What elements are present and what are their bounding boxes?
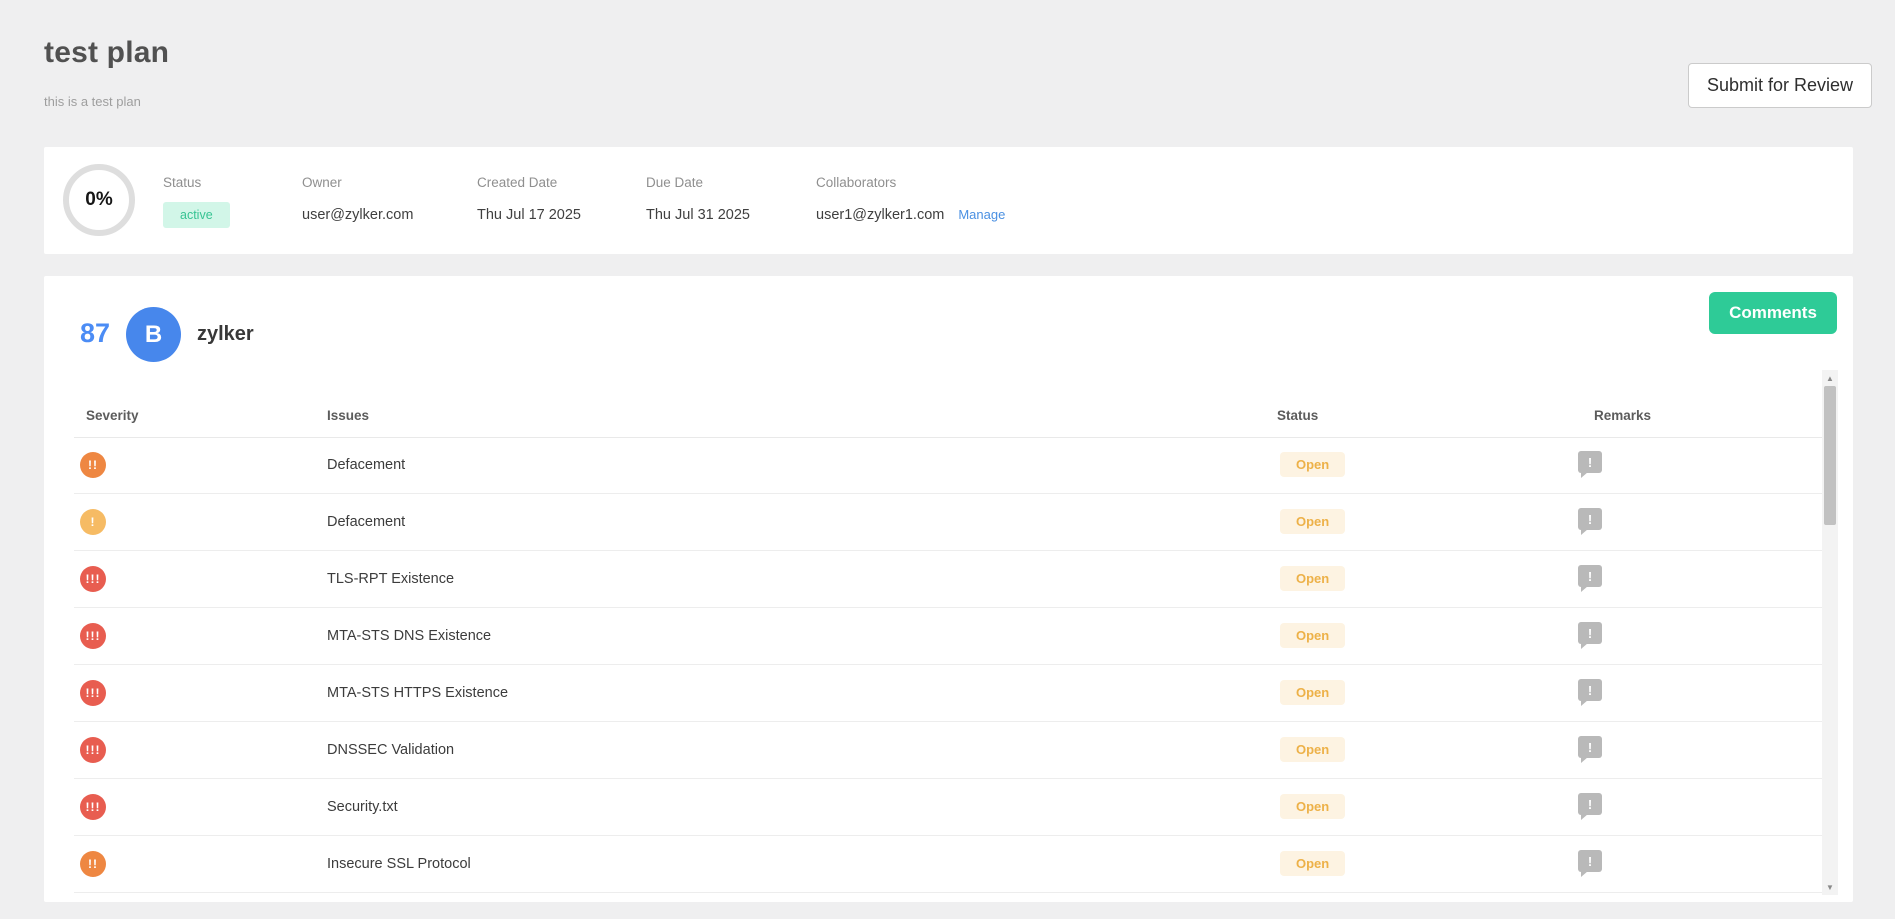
- progress-value: 0%: [85, 189, 112, 211]
- status-badge: active: [163, 202, 230, 228]
- remark-icon[interactable]: !: [1578, 679, 1602, 701]
- issue-name[interactable]: Defacement: [327, 514, 405, 530]
- field-label: Due Date: [646, 175, 750, 190]
- field-collaborators: Collaborators user1@zylker1.com Manage: [816, 175, 1005, 223]
- issue-status-badge[interactable]: Open: [1280, 566, 1345, 591]
- scroll-down-arrow-icon[interactable]: ▼: [1822, 880, 1838, 894]
- issue-status-badge[interactable]: Open: [1280, 452, 1345, 477]
- table-row[interactable]: !!! DNSSEC Validation Open!: [74, 722, 1822, 779]
- severity-icon: !!!: [80, 566, 106, 592]
- remark-mark: !: [1588, 797, 1592, 812]
- issue-status-badge[interactable]: Open: [1280, 794, 1345, 819]
- table-scrollbar[interactable]: ▲ ▼: [1822, 370, 1838, 895]
- issue-status-badge[interactable]: Open: [1280, 737, 1345, 762]
- remark-icon[interactable]: !: [1578, 451, 1602, 473]
- severity-icon: !!!: [80, 794, 106, 820]
- issue-status-badge[interactable]: Open: [1280, 851, 1345, 876]
- table-row[interactable]: ! Defacement Open!: [74, 494, 1822, 551]
- issue-name[interactable]: MTA-STS DNS Existence: [327, 628, 491, 644]
- table-row[interactable]: !!! Security.txt Open!: [74, 779, 1822, 836]
- field-label: Status: [163, 175, 230, 190]
- issue-status-badge[interactable]: Open: [1280, 680, 1345, 705]
- collaborator-email: user1@zylker1.com: [816, 207, 944, 223]
- scrollbar-thumb[interactable]: [1824, 386, 1836, 525]
- remark-mark: !: [1588, 683, 1592, 698]
- remark-mark: !: [1588, 512, 1592, 527]
- issues-table-body: !! Defacement Open!! Defacement Open!!!! TLS-…: [74, 437, 1822, 893]
- remark-icon[interactable]: !: [1578, 793, 1602, 815]
- issue-name[interactable]: Defacement: [327, 457, 405, 473]
- created-date-value: Thu Jul 17 2025: [477, 207, 581, 223]
- issue-name[interactable]: Security.txt: [327, 799, 398, 815]
- remark-mark: !: [1588, 455, 1592, 470]
- submit-for-review-button[interactable]: Submit for Review: [1688, 63, 1872, 108]
- severity-icon: !!!: [80, 623, 106, 649]
- remark-mark: !: [1588, 626, 1592, 641]
- field-label: Owner: [302, 175, 413, 190]
- issue-name[interactable]: TLS-RPT Existence: [327, 571, 454, 587]
- issue-name[interactable]: Insecure SSL Protocol: [327, 856, 471, 872]
- field-status: Status active: [163, 175, 230, 228]
- column-header-remarks: Remarks: [1594, 408, 1651, 423]
- remark-mark: !: [1588, 854, 1592, 869]
- remark-mark: !: [1588, 740, 1592, 755]
- test-plan-page: test plan this is a test plan Submit for…: [0, 0, 1895, 919]
- remark-icon[interactable]: !: [1578, 622, 1602, 644]
- issue-status-badge[interactable]: Open: [1280, 623, 1345, 648]
- field-label: Created Date: [477, 175, 581, 190]
- due-date-value: Thu Jul 31 2025: [646, 207, 750, 223]
- severity-icon: !!!: [80, 680, 106, 706]
- field-due-date: Due Date Thu Jul 31 2025: [646, 175, 750, 223]
- severity-icon: !!: [80, 851, 106, 877]
- column-header-status: Status: [1277, 408, 1318, 423]
- plan-summary-card: 0% Status active Owner user@zylker.com C…: [44, 147, 1853, 254]
- org-name: zylker: [197, 323, 254, 346]
- remark-mark: !: [1588, 569, 1592, 584]
- table-row[interactable]: !!! TLS-RPT Existence Open!: [74, 551, 1822, 608]
- severity-icon: !!: [80, 452, 106, 478]
- issue-status-badge[interactable]: Open: [1280, 509, 1345, 534]
- issue-count: 87: [80, 318, 110, 349]
- table-row[interactable]: !!! MTA-STS DNS Existence Open!: [74, 608, 1822, 665]
- field-owner: Owner user@zylker.com: [302, 175, 413, 223]
- page-title: test plan: [44, 36, 169, 70]
- comments-button[interactable]: Comments: [1709, 292, 1837, 334]
- issues-panel: 87 B zylker Comments Severity Issues Sta…: [44, 276, 1853, 902]
- issue-name[interactable]: DNSSEC Validation: [327, 742, 454, 758]
- issue-name[interactable]: MTA-STS HTTPS Existence: [327, 685, 508, 701]
- collaborator-row: user1@zylker1.com Manage: [816, 207, 1005, 223]
- scroll-up-arrow-icon[interactable]: ▲: [1822, 371, 1838, 385]
- owner-value: user@zylker.com: [302, 207, 413, 223]
- remark-icon[interactable]: !: [1578, 850, 1602, 872]
- table-row[interactable]: !!! MTA-STS HTTPS Existence Open!: [74, 665, 1822, 722]
- field-label: Collaborators: [816, 175, 1005, 190]
- remark-icon[interactable]: !: [1578, 736, 1602, 758]
- column-header-severity: Severity: [86, 408, 139, 423]
- severity-icon: !: [80, 509, 106, 535]
- field-created-date: Created Date Thu Jul 17 2025: [477, 175, 581, 223]
- org-avatar[interactable]: B: [126, 307, 181, 362]
- remark-icon[interactable]: !: [1578, 508, 1602, 530]
- manage-collaborators-link[interactable]: Manage: [958, 207, 1005, 222]
- remark-icon[interactable]: !: [1578, 565, 1602, 587]
- column-header-issues: Issues: [327, 408, 369, 423]
- table-row[interactable]: !! Insecure SSL Protocol Open!: [74, 836, 1822, 893]
- progress-donut: 0%: [63, 164, 135, 236]
- table-row[interactable]: !! Defacement Open!: [74, 437, 1822, 494]
- severity-icon: !!!: [80, 737, 106, 763]
- page-subtitle: this is a test plan: [44, 94, 141, 109]
